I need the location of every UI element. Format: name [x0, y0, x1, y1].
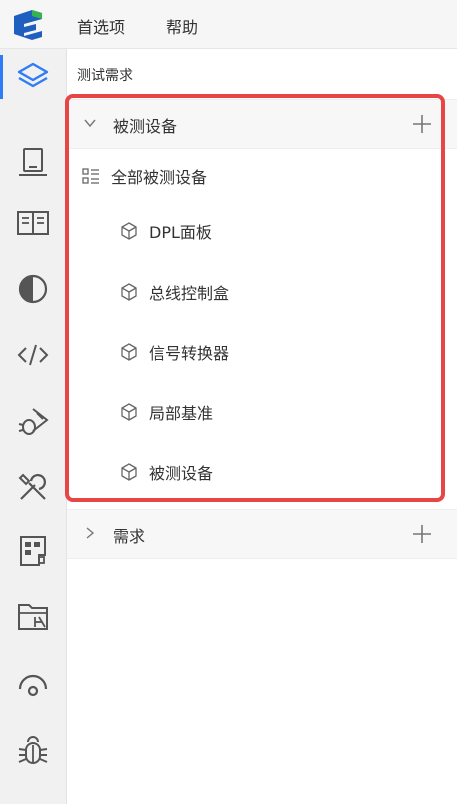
tree-item-label: 总线控制盒	[149, 284, 230, 303]
tree-item-label: 局部基准	[149, 404, 214, 423]
signal-icon	[18, 674, 48, 697]
tree-item-signal-converter[interactable]: 信号转换器	[119, 339, 229, 365]
menu-preferences[interactable]: 首选项	[77, 14, 125, 38]
test-requirements-panel: 测试需求 被测设备 全部被测设备 DPL面板 总线控制盒 信号转换器 局部基准 …	[67, 49, 457, 804]
bug-icon	[18, 736, 48, 764]
section-label-requirements: 需求	[113, 527, 146, 546]
tree-root-label: 全部被测设备	[111, 168, 208, 187]
folder-tree-icon	[18, 604, 48, 630]
code-icon	[17, 344, 49, 366]
activity-bug-run[interactable]	[0, 393, 66, 449]
section-header-requirements[interactable]: 需求	[67, 509, 457, 559]
activity-layers[interactable]	[0, 49, 66, 105]
cube-icon	[121, 343, 137, 361]
add-requirement-button[interactable]	[411, 523, 433, 545]
device-icon	[19, 148, 47, 176]
cube-icon	[121, 283, 137, 301]
panel-title: 测试需求	[77, 68, 133, 84]
activity-report[interactable]	[0, 523, 66, 579]
list-tree-icon	[82, 168, 99, 184]
app-logo-icon[interactable]	[12, 10, 44, 40]
book-icon	[17, 211, 49, 235]
report-icon	[20, 536, 46, 566]
tools-icon	[18, 473, 46, 500]
tree-item-local-reference[interactable]: 局部基准	[119, 399, 213, 425]
activity-device[interactable]	[0, 135, 66, 191]
section-header-devices[interactable]: 被测设备	[67, 99, 457, 149]
activity-signal[interactable]	[0, 657, 66, 713]
menu-help[interactable]: 帮助	[166, 14, 198, 38]
chevron-down-icon[interactable]	[83, 116, 97, 130]
activity-tools[interactable]	[0, 459, 66, 515]
cube-icon	[121, 222, 137, 240]
activity-bug[interactable]	[0, 723, 66, 779]
section-label-devices: 被测设备	[113, 117, 178, 136]
bug-run-icon	[18, 408, 49, 435]
tree-item-label: 被测设备	[149, 464, 214, 483]
layers-icon	[17, 62, 49, 88]
tree-item-label: DPL面板	[149, 223, 212, 242]
add-device-button[interactable]	[411, 113, 433, 135]
cube-icon	[121, 463, 137, 481]
cube-icon	[121, 403, 137, 421]
tree-root-all-devices[interactable]: 全部被测设备	[81, 163, 207, 189]
chevron-right-icon[interactable]	[83, 526, 97, 540]
tree-item-label: 信号转换器	[149, 344, 230, 363]
activity-book[interactable]	[0, 195, 66, 251]
menu-bar: 首选项 帮助	[0, 0, 457, 49]
contrast-icon	[18, 274, 48, 304]
tree-item-device-under-test[interactable]: 被测设备	[119, 459, 213, 485]
tree-item-dpl-panel[interactable]: DPL面板	[119, 218, 212, 244]
activity-contrast[interactable]	[0, 261, 66, 317]
activity-code[interactable]	[0, 327, 66, 383]
activity-folder-tree[interactable]	[0, 589, 66, 645]
tree-item-bus-control-box[interactable]: 总线控制盒	[119, 279, 229, 305]
activity-bar	[0, 49, 67, 804]
